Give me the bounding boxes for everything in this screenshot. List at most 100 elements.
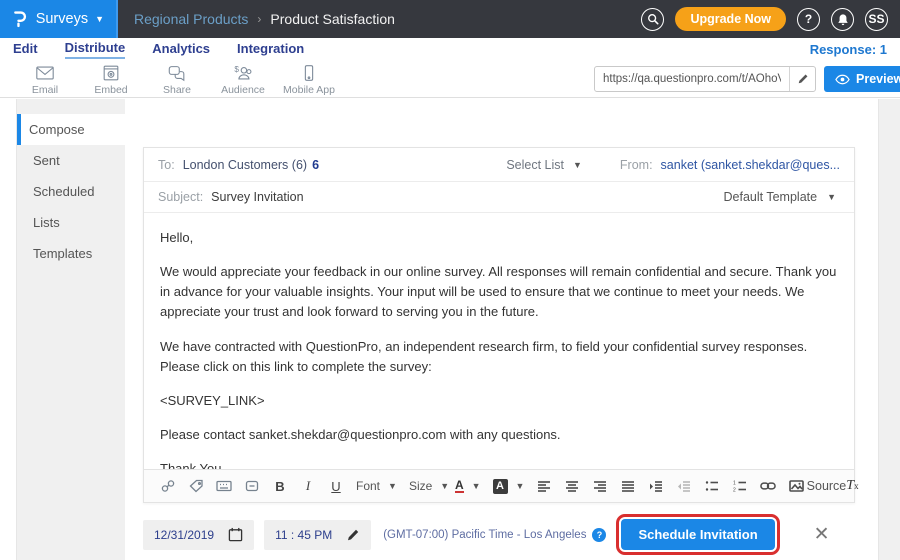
font-size-dropdown[interactable]: Size ▼ (409, 479, 443, 493)
chevron-down-icon: ▼ (388, 481, 397, 491)
timezone-help-icon[interactable]: ? (592, 528, 606, 542)
from-value[interactable]: sanket (sanket.shekdar@ques... (661, 158, 840, 172)
bullet-list-button[interactable] (704, 477, 720, 495)
upgrade-now-button[interactable]: Upgrade Now (675, 7, 786, 31)
template-dropdown[interactable]: Default Template ▼ (724, 190, 837, 204)
bold-button[interactable]: B (272, 477, 288, 495)
survey-url-input[interactable] (595, 73, 789, 85)
numbered-list-icon: 1 2 (733, 480, 747, 492)
chevron-down-icon: ▼ (516, 481, 525, 491)
response-count-link[interactable]: Response: 1 (810, 42, 887, 57)
search-icon (647, 13, 659, 25)
channel-audience[interactable]: $ Audience (210, 64, 276, 96)
survey-nav-tabs: Edit Distribute Analytics Integration Re… (0, 38, 900, 60)
channel-audience-label: Audience (221, 84, 265, 96)
text-color-button[interactable]: A ▼ (455, 479, 481, 493)
align-left-icon (537, 480, 551, 492)
body-paragraph: We have contracted with QuestionPro, an … (160, 337, 838, 377)
close-icon[interactable]: ✕ (814, 525, 830, 544)
date-value: 12/31/2019 (154, 528, 214, 542)
decrease-indent-button[interactable] (676, 477, 692, 495)
product-menu-label: Surveys (36, 11, 88, 27)
subject-label: Subject: (158, 190, 203, 204)
survey-url-field (594, 66, 816, 92)
insert-hyperlink-button[interactable] (760, 477, 776, 495)
preview-button[interactable]: Preview (824, 66, 900, 92)
sidebar-item-sent[interactable]: Sent (17, 145, 125, 176)
tab-edit[interactable]: Edit (13, 41, 38, 58)
tab-distribute[interactable]: Distribute (65, 40, 126, 59)
sidebar-item-scheduled[interactable]: Scheduled (17, 176, 125, 207)
insert-link-token-button[interactable] (160, 477, 176, 495)
body-paragraph: Hello, (160, 228, 838, 248)
link-icon (760, 481, 776, 491)
body-paragraph: Please contact sanket.shekdar@questionpr… (160, 425, 838, 445)
tab-integration[interactable]: Integration (237, 41, 304, 58)
image-icon (789, 480, 804, 492)
pencil-icon (346, 528, 360, 542)
chevron-down-icon: ▼ (573, 160, 582, 170)
align-left-button[interactable] (536, 477, 552, 495)
view-source-button[interactable]: Source (816, 477, 832, 495)
text-color-label: A (455, 479, 464, 493)
justify-button[interactable] (620, 477, 636, 495)
schedule-controls: 12/31/2019 11 : 45 PM (GMT-07:00) Pacifi… (143, 514, 830, 555)
bullet-list-icon (705, 480, 719, 492)
background-color-button[interactable]: A ▼ (493, 479, 525, 494)
font-family-dropdown[interactable]: Font ▼ (356, 479, 397, 493)
channel-mobile-app[interactable]: Mobile App (276, 64, 342, 96)
insert-image-button[interactable] (788, 477, 804, 495)
svg-text:1: 1 (733, 481, 736, 487)
channel-email-label: Email (32, 84, 58, 96)
channel-embed[interactable]: Embed (78, 64, 144, 96)
sidebar-item-lists[interactable]: Lists (17, 207, 125, 238)
highlight-ring: Schedule Invitation (616, 514, 779, 555)
align-center-icon (565, 480, 579, 492)
date-picker[interactable]: 12/31/2019 (143, 520, 254, 550)
svg-text:2: 2 (733, 488, 736, 493)
channel-email[interactable]: Email (12, 64, 78, 96)
search-button[interactable] (641, 8, 664, 31)
numbered-list-button[interactable]: 1 2 (732, 477, 748, 495)
eye-icon (835, 74, 850, 85)
insert-field-button[interactable] (216, 477, 232, 495)
channel-share-label: Share (163, 84, 191, 96)
subject-row: Subject: Survey Invitation Default Templ… (144, 182, 854, 213)
indent-decrease-icon (677, 480, 691, 492)
editor-toolbar: B I U Font ▼ Size ▼ A ▼ A ▼ (144, 469, 854, 502)
recipients-row: To: London Customers (6) 6 Select List ▼… (144, 148, 854, 182)
channel-share[interactable]: Share (144, 64, 210, 96)
notifications-button[interactable] (831, 8, 854, 31)
insert-tag-button[interactable] (188, 477, 204, 495)
tab-analytics[interactable]: Analytics (152, 41, 210, 58)
edit-url-button[interactable] (789, 67, 815, 91)
sidebar-item-compose[interactable]: Compose (17, 114, 125, 145)
align-center-button[interactable] (564, 477, 580, 495)
increase-indent-button[interactable] (648, 477, 664, 495)
app-logo-menu[interactable]: Surveys ▼ (0, 0, 118, 38)
from-label: From: (620, 158, 653, 172)
mobile-app-icon (299, 64, 319, 82)
user-avatar[interactable]: SS (865, 8, 888, 31)
body-paragraph: We would appreciate your feedback in our… (160, 262, 838, 322)
embed-icon (101, 64, 121, 82)
insert-button-button[interactable] (244, 477, 260, 495)
select-list-dropdown[interactable]: Select List ▼ (506, 158, 582, 172)
italic-button[interactable]: I (300, 477, 316, 495)
subject-value[interactable]: Survey Invitation (211, 190, 303, 204)
email-body-editor[interactable]: Hello, We would appreciate your feedback… (144, 213, 854, 469)
help-button[interactable]: ? (797, 8, 820, 31)
top-header: Surveys ▼ Regional Products › Product Sa… (0, 0, 900, 38)
background-color-label: A (493, 479, 508, 494)
chevron-down-icon: ▼ (472, 481, 481, 491)
breadcrumb-parent[interactable]: Regional Products (134, 11, 248, 27)
sidebar-item-templates[interactable]: Templates (17, 238, 125, 269)
questionpro-logo-icon (12, 8, 27, 30)
recipient-count[interactable]: 6 (312, 158, 319, 172)
remove-format-button[interactable]: Tx (844, 477, 860, 495)
align-right-button[interactable] (592, 477, 608, 495)
time-picker[interactable]: 11 : 45 PM (264, 520, 371, 550)
tag-icon (189, 479, 204, 493)
underline-button[interactable]: U (328, 477, 344, 495)
schedule-invitation-button[interactable]: Schedule Invitation (621, 519, 774, 550)
